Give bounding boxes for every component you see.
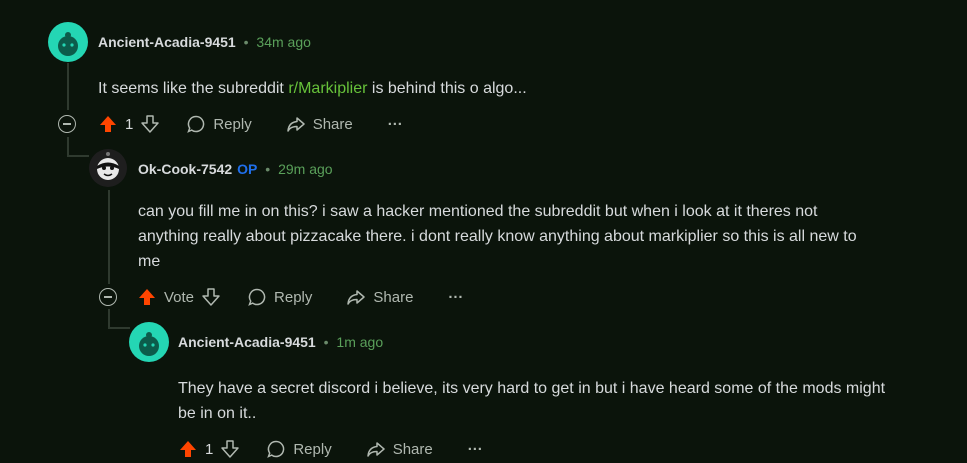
username[interactable]: Ancient-Acadia-9451 bbox=[98, 34, 236, 50]
username[interactable]: Ancient-Acadia-9451 bbox=[178, 334, 316, 350]
share-button[interactable]: Share bbox=[346, 287, 413, 307]
reply-button[interactable]: Reply bbox=[266, 439, 332, 459]
upvote-icon[interactable] bbox=[98, 114, 118, 134]
comment-line: can you fill me in on this? i saw a hack… bbox=[138, 203, 818, 220]
comment-text: is behind this o algo... bbox=[367, 80, 527, 97]
snoo-avatar-icon bbox=[139, 332, 159, 356]
thread-line bbox=[67, 137, 69, 155]
upvote-icon[interactable] bbox=[178, 439, 198, 459]
share-icon bbox=[286, 117, 305, 132]
reply-button[interactable]: Reply bbox=[247, 287, 312, 307]
avatar[interactable] bbox=[89, 149, 127, 187]
op-badge: OP bbox=[237, 161, 258, 177]
subreddit-link[interactable]: r/Markiplier bbox=[288, 80, 367, 97]
collapse-icon[interactable] bbox=[58, 115, 76, 133]
comment-icon bbox=[248, 288, 266, 306]
comment-line: They have a secret discord i believe, it… bbox=[178, 380, 886, 397]
comment-line: me bbox=[138, 253, 161, 270]
vote-group: 1 bbox=[98, 114, 160, 134]
avatar[interactable] bbox=[48, 22, 88, 62]
vote-count: 1 bbox=[205, 440, 214, 458]
share-icon bbox=[347, 290, 366, 305]
timestamp[interactable]: 29m ago bbox=[278, 161, 332, 177]
reply-label: Reply bbox=[274, 288, 313, 306]
share-label: Share bbox=[392, 440, 433, 458]
thread-branch bbox=[108, 327, 130, 329]
comment-icon bbox=[267, 440, 285, 458]
comment-body: can you fill me in on this? i saw a hack… bbox=[138, 199, 857, 274]
share-label: Share bbox=[312, 115, 353, 133]
comment-body: It seems like the subreddit r/Markiplier… bbox=[98, 76, 527, 101]
separator: • bbox=[323, 334, 329, 350]
vote-label: Vote bbox=[164, 288, 195, 306]
reply-label: Reply bbox=[213, 115, 252, 133]
share-button[interactable]: Share bbox=[366, 439, 433, 459]
separator: • bbox=[265, 161, 271, 177]
comment-meta: Ancient-Acadia-9451 • 1m ago bbox=[178, 334, 383, 350]
comment-meta: Ancient-Acadia-9451 • 34m ago bbox=[98, 34, 311, 50]
downvote-icon[interactable] bbox=[201, 287, 221, 307]
more-options-icon[interactable]: ··· bbox=[388, 116, 403, 133]
comment-actions: Vote Reply Share ··· bbox=[99, 284, 463, 310]
thread-branch bbox=[67, 155, 89, 157]
comment-actions: 1 Reply Share ··· bbox=[178, 436, 483, 462]
masked-avatar-icon bbox=[89, 149, 127, 187]
reply-label: Reply bbox=[293, 440, 332, 458]
share-icon bbox=[366, 442, 385, 457]
more-options-icon[interactable]: ··· bbox=[448, 289, 463, 306]
share-button[interactable]: Share bbox=[286, 114, 353, 134]
thread-line bbox=[108, 309, 110, 327]
reply-button[interactable]: Reply bbox=[186, 114, 252, 134]
snoo-avatar-icon bbox=[58, 32, 78, 56]
comment-line: anything really about pizzacake there. i… bbox=[138, 228, 857, 245]
comment-actions: 1 Reply Share ··· bbox=[58, 111, 403, 137]
timestamp[interactable]: 1m ago bbox=[336, 334, 383, 350]
upvote-icon[interactable] bbox=[137, 287, 157, 307]
comment-line: be in on it.. bbox=[178, 405, 257, 422]
comment-text: It seems like the subreddit bbox=[98, 80, 289, 97]
timestamp[interactable]: 34m ago bbox=[256, 34, 310, 50]
downvote-icon[interactable] bbox=[220, 439, 240, 459]
thread-line bbox=[67, 63, 69, 110]
downvote-icon[interactable] bbox=[140, 114, 160, 134]
vote-count: 1 bbox=[125, 115, 134, 133]
comment-icon bbox=[187, 115, 205, 133]
comment-meta: Ok-Cook-7542 OP • 29m ago bbox=[138, 161, 333, 177]
avatar[interactable] bbox=[129, 322, 169, 362]
separator: • bbox=[243, 34, 249, 50]
comment-body: They have a secret discord i believe, it… bbox=[178, 376, 885, 426]
thread-line bbox=[108, 190, 110, 284]
vote-group: Vote bbox=[137, 287, 221, 307]
vote-group: 1 bbox=[178, 439, 240, 459]
username[interactable]: Ok-Cook-7542 bbox=[138, 161, 232, 177]
share-label: Share bbox=[373, 288, 414, 306]
collapse-icon[interactable] bbox=[99, 288, 117, 306]
more-options-icon[interactable]: ··· bbox=[468, 441, 483, 458]
